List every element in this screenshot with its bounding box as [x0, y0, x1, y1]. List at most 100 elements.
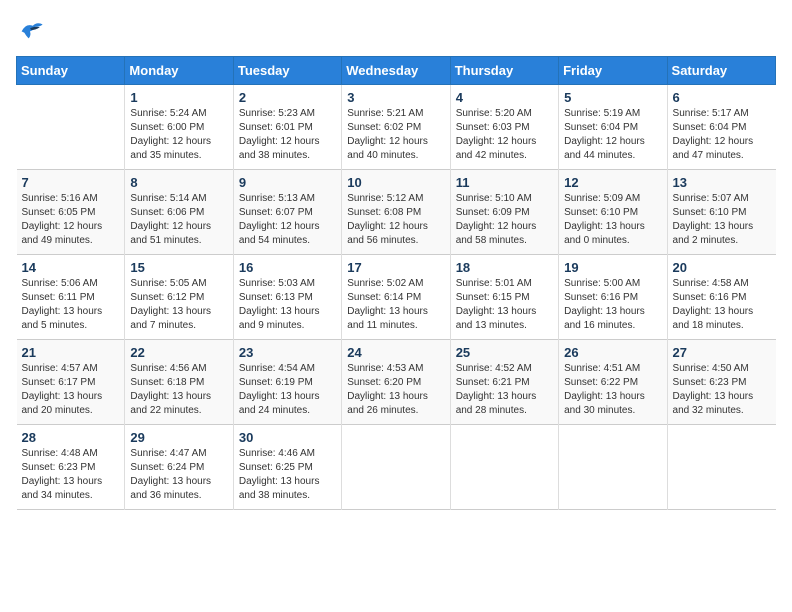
- day-info: Sunrise: 5:05 AM Sunset: 6:12 PM Dayligh…: [130, 277, 227, 333]
- calendar-cell: 11Sunrise: 5:10 AM Sunset: 6:09 PM Dayli…: [450, 170, 558, 255]
- day-number: 4: [456, 90, 553, 105]
- day-number: 18: [456, 260, 553, 275]
- calendar-cell: 21Sunrise: 4:57 AM Sunset: 6:17 PM Dayli…: [17, 340, 125, 425]
- day-info: Sunrise: 4:58 AM Sunset: 6:16 PM Dayligh…: [673, 277, 771, 333]
- day-info: Sunrise: 4:54 AM Sunset: 6:19 PM Dayligh…: [239, 362, 336, 418]
- day-info: Sunrise: 5:13 AM Sunset: 6:07 PM Dayligh…: [239, 192, 336, 248]
- calendar-cell: [342, 425, 450, 510]
- calendar-cell: 29 Sunrise: 4:47 AM Sunset: 6:24 PM Dayli…: [125, 425, 233, 510]
- calendar-cell: 16 Sunrise: 5:03 AM Sunset: 6:13 PM Dayli…: [233, 255, 341, 340]
- day-number: 7: [22, 175, 120, 190]
- day-info: Sunrise: 5:19 AM Sunset: 6:04 PM Dayligh…: [564, 107, 661, 163]
- calendar-cell: 15 Sunrise: 5:05 AM Sunset: 6:12 PM Dayli…: [125, 255, 233, 340]
- day-info: Sunrise: 5:24 AM Sunset: 6:00 PM Dayligh…: [130, 107, 227, 163]
- day-number: 13: [673, 175, 771, 190]
- day-info: Sunrise: 4:56 AM Sunset: 6:18 PM Dayligh…: [130, 362, 227, 418]
- weekday-row: SundayMondayTuesdayWednesdayThursdayFrid…: [17, 57, 776, 85]
- day-number: 27: [673, 345, 771, 360]
- weekday-header-saturday: Saturday: [667, 57, 775, 85]
- calendar-week-3: 14 Sunrise: 5:06 AM Sunset: 6:11 PM Dayli…: [17, 255, 776, 340]
- day-info: Sunrise: 5:21 AM Sunset: 6:02 PM Dayligh…: [347, 107, 444, 163]
- day-info: Sunrise: 5:20 AM Sunset: 6:03 PM Dayligh…: [456, 107, 553, 163]
- calendar-cell: [667, 425, 775, 510]
- calendar-week-1: 1 Sunrise: 5:24 AM Sunset: 6:00 PM Daylig…: [17, 85, 776, 170]
- day-number: 3: [347, 90, 444, 105]
- day-info: Sunrise: 4:57 AM Sunset: 6:17 PM Dayligh…: [22, 362, 120, 418]
- weekday-header-friday: Friday: [559, 57, 667, 85]
- day-number: 6: [673, 90, 771, 105]
- day-number: 22: [130, 345, 227, 360]
- calendar-cell: 30 Sunrise: 4:46 AM Sunset: 6:25 PM Dayli…: [233, 425, 341, 510]
- logo: [16, 16, 48, 44]
- day-info: Sunrise: 4:50 AM Sunset: 6:23 PM Dayligh…: [673, 362, 771, 418]
- weekday-header-monday: Monday: [125, 57, 233, 85]
- calendar-cell: 6 Sunrise: 5:17 AM Sunset: 6:04 PM Daylig…: [667, 85, 775, 170]
- day-info: Sunrise: 5:03 AM Sunset: 6:13 PM Dayligh…: [239, 277, 336, 333]
- day-info: Sunrise: 5:14 AM Sunset: 6:06 PM Dayligh…: [130, 192, 227, 248]
- day-info: Sunrise: 4:46 AM Sunset: 6:25 PM Dayligh…: [239, 447, 336, 503]
- calendar-cell: 17 Sunrise: 5:02 AM Sunset: 6:14 PM Dayli…: [342, 255, 450, 340]
- day-info: Sunrise: 5:23 AM Sunset: 6:01 PM Dayligh…: [239, 107, 336, 163]
- calendar-cell: 27 Sunrise: 4:50 AM Sunset: 6:23 PM Dayli…: [667, 340, 775, 425]
- day-number: 19: [564, 260, 661, 275]
- day-info: Sunrise: 4:51 AM Sunset: 6:22 PM Dayligh…: [564, 362, 661, 418]
- day-number: 15: [130, 260, 227, 275]
- calendar-cell: 14 Sunrise: 5:06 AM Sunset: 6:11 PM Dayli…: [17, 255, 125, 340]
- calendar-cell: 2 Sunrise: 5:23 AM Sunset: 6:01 PM Daylig…: [233, 85, 341, 170]
- calendar-cell: 5 Sunrise: 5:19 AM Sunset: 6:04 PM Daylig…: [559, 85, 667, 170]
- calendar-cell: 12Sunrise: 5:09 AM Sunset: 6:10 PM Dayli…: [559, 170, 667, 255]
- day-info: Sunrise: 4:52 AM Sunset: 6:21 PM Dayligh…: [456, 362, 553, 418]
- weekday-header-wednesday: Wednesday: [342, 57, 450, 85]
- weekday-header-tuesday: Tuesday: [233, 57, 341, 85]
- calendar-week-4: 21Sunrise: 4:57 AM Sunset: 6:17 PM Dayli…: [17, 340, 776, 425]
- calendar-header: SundayMondayTuesdayWednesdayThursdayFrid…: [17, 57, 776, 85]
- weekday-header-sunday: Sunday: [17, 57, 125, 85]
- calendar-body: 1 Sunrise: 5:24 AM Sunset: 6:00 PM Daylig…: [17, 85, 776, 510]
- day-number: 20: [673, 260, 771, 275]
- day-number: 16: [239, 260, 336, 275]
- day-info: Sunrise: 5:00 AM Sunset: 6:16 PM Dayligh…: [564, 277, 661, 333]
- day-number: 26: [564, 345, 661, 360]
- calendar-cell: 26 Sunrise: 4:51 AM Sunset: 6:22 PM Dayli…: [559, 340, 667, 425]
- day-info: Sunrise: 5:02 AM Sunset: 6:14 PM Dayligh…: [347, 277, 444, 333]
- day-info: Sunrise: 5:07 AM Sunset: 6:10 PM Dayligh…: [673, 192, 771, 248]
- day-number: 29: [130, 430, 227, 445]
- day-number: 25: [456, 345, 553, 360]
- day-info: Sunrise: 5:12 AM Sunset: 6:08 PM Dayligh…: [347, 192, 444, 248]
- day-number: 14: [22, 260, 120, 275]
- calendar-cell: 28 Sunrise: 4:48 AM Sunset: 6:23 PM Dayli…: [17, 425, 125, 510]
- calendar-cell: 13 Sunrise: 5:07 AM Sunset: 6:10 PM Dayli…: [667, 170, 775, 255]
- calendar-week-2: 7 Sunrise: 5:16 AM Sunset: 6:05 PM Daylig…: [17, 170, 776, 255]
- day-number: 2: [239, 90, 336, 105]
- day-info: Sunrise: 4:48 AM Sunset: 6:23 PM Dayligh…: [22, 447, 120, 503]
- day-number: 28: [22, 430, 120, 445]
- calendar-cell: [559, 425, 667, 510]
- calendar-cell: 25 Sunrise: 4:52 AM Sunset: 6:21 PM Dayli…: [450, 340, 558, 425]
- calendar-cell: 9 Sunrise: 5:13 AM Sunset: 6:07 PM Daylig…: [233, 170, 341, 255]
- calendar-cell: [450, 425, 558, 510]
- calendar-cell: 4 Sunrise: 5:20 AM Sunset: 6:03 PM Daylig…: [450, 85, 558, 170]
- day-info: Sunrise: 5:01 AM Sunset: 6:15 PM Dayligh…: [456, 277, 553, 333]
- day-info: Sunrise: 5:17 AM Sunset: 6:04 PM Dayligh…: [673, 107, 771, 163]
- day-number: 30: [239, 430, 336, 445]
- weekday-header-thursday: Thursday: [450, 57, 558, 85]
- day-info: Sunrise: 4:47 AM Sunset: 6:24 PM Dayligh…: [130, 447, 227, 503]
- calendar-cell: 23 Sunrise: 4:54 AM Sunset: 6:19 PM Dayli…: [233, 340, 341, 425]
- day-info: Sunrise: 5:10 AM Sunset: 6:09 PM Dayligh…: [456, 192, 553, 248]
- calendar-cell: 20 Sunrise: 4:58 AM Sunset: 6:16 PM Dayli…: [667, 255, 775, 340]
- day-number: 17: [347, 260, 444, 275]
- day-info: Sunrise: 4:53 AM Sunset: 6:20 PM Dayligh…: [347, 362, 444, 418]
- day-number: 24: [347, 345, 444, 360]
- calendar-cell: 19 Sunrise: 5:00 AM Sunset: 6:16 PM Dayli…: [559, 255, 667, 340]
- day-info: Sunrise: 5:06 AM Sunset: 6:11 PM Dayligh…: [22, 277, 120, 333]
- day-info: Sunrise: 5:16 AM Sunset: 6:05 PM Dayligh…: [22, 192, 120, 248]
- day-number: 12: [564, 175, 661, 190]
- day-number: 9: [239, 175, 336, 190]
- day-number: 1: [130, 90, 227, 105]
- day-number: 5: [564, 90, 661, 105]
- day-number: 23: [239, 345, 336, 360]
- calendar-week-5: 28 Sunrise: 4:48 AM Sunset: 6:23 PM Dayli…: [17, 425, 776, 510]
- calendar-cell: [17, 85, 125, 170]
- calendar-cell: 22 Sunrise: 4:56 AM Sunset: 6:18 PM Dayli…: [125, 340, 233, 425]
- calendar-cell: 10Sunrise: 5:12 AM Sunset: 6:08 PM Dayli…: [342, 170, 450, 255]
